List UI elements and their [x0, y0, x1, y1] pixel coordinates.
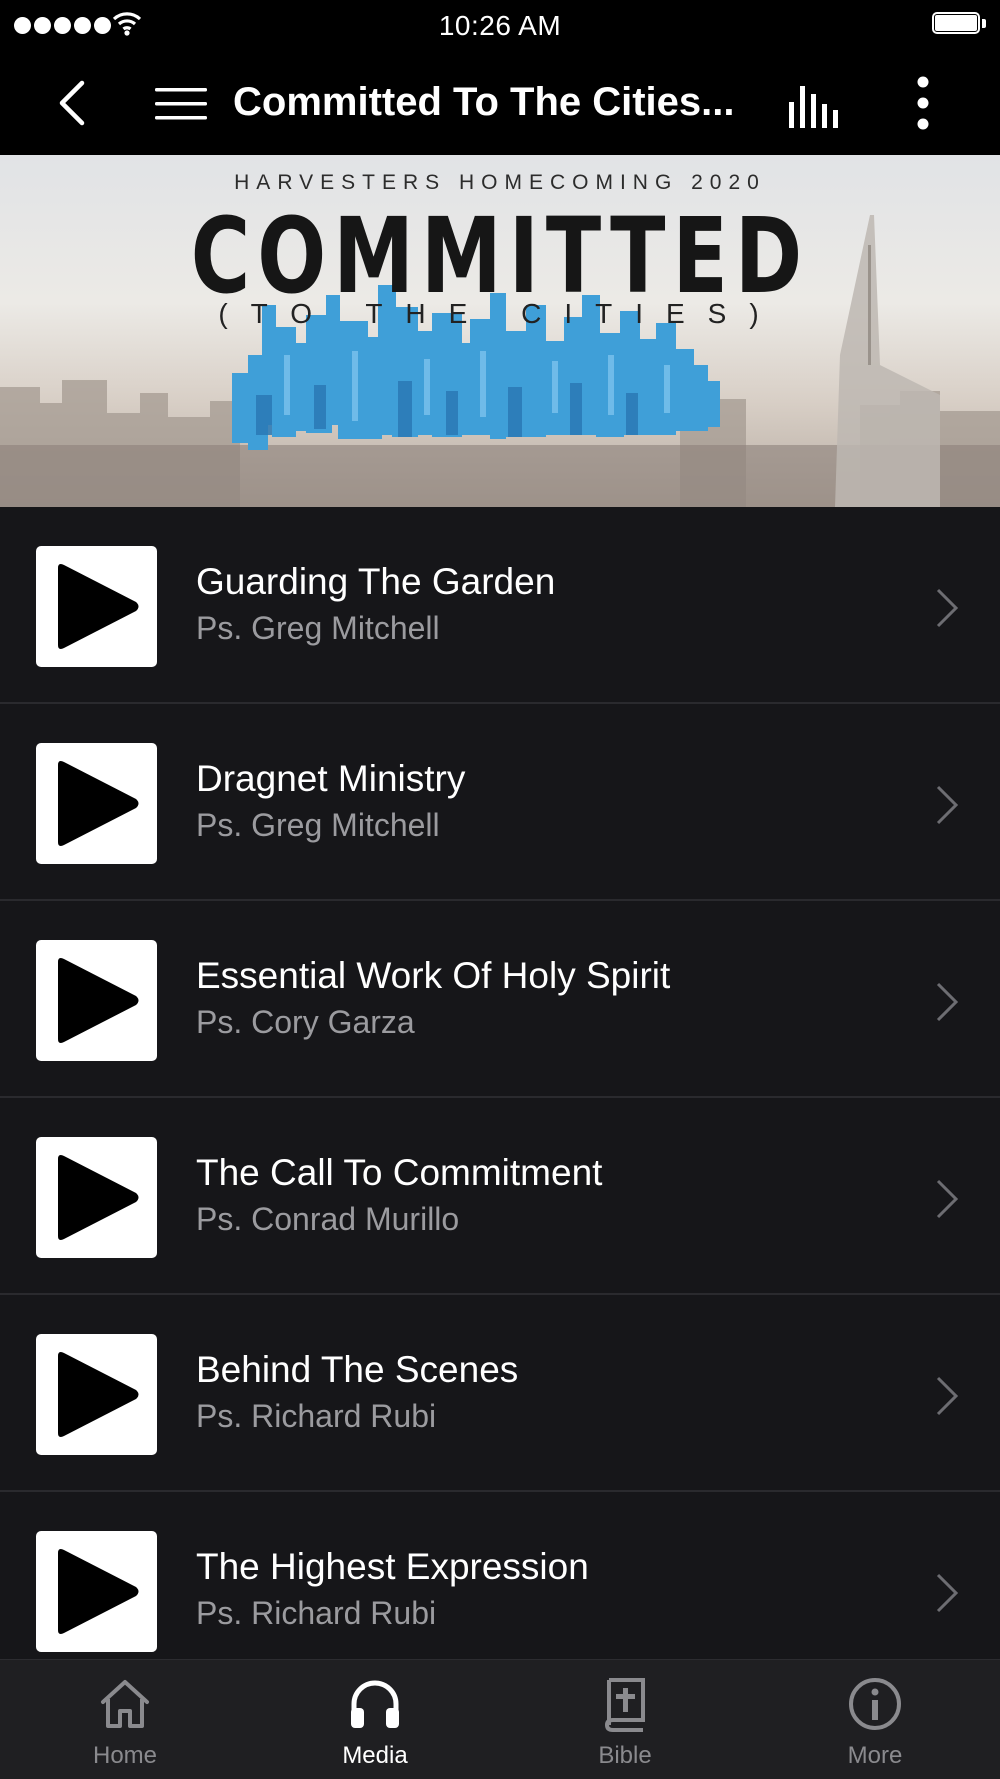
tab-bible[interactable]: Bible — [500, 1660, 750, 1779]
play-icon — [58, 761, 139, 846]
info-icon — [849, 1678, 901, 1730]
banner-subtitle: (TO THE CITIES) — [218, 298, 782, 329]
item-speaker: Ps. Richard Rubi — [196, 1595, 437, 1631]
list-item[interactable]: Guarding The Garden Ps. Greg Mitchell — [0, 507, 1000, 704]
play-icon — [58, 1155, 139, 1240]
item-speaker: Ps. Greg Mitchell — [196, 807, 440, 843]
navigation-bar: Committed To The Cities... — [0, 52, 1000, 155]
list-item[interactable]: Essential Work Of Holy Spirit Ps. Cory G… — [0, 901, 1000, 1098]
tab-label: More — [847, 1742, 903, 1769]
item-title: Behind The Scenes — [196, 1349, 519, 1390]
chevron-right-icon — [936, 1376, 959, 1416]
play-thumbnail[interactable] — [36, 1334, 157, 1455]
home-icon — [101, 1680, 149, 1728]
tab-more[interactable]: More — [750, 1660, 1000, 1779]
list-item[interactable]: The Call To Commitment Ps. Conrad Murill… — [0, 1098, 1000, 1295]
battery-icon — [932, 12, 986, 36]
vertical-ellipsis-icon[interactable] — [906, 74, 940, 134]
series-banner: HARVESTERS HOMECOMING 2020 COMMITTED (TO… — [0, 155, 1000, 507]
item-speaker: Ps. Richard Rubi — [196, 1398, 437, 1434]
chevron-right-icon — [936, 982, 959, 1022]
status-time: 10:26 AM — [438, 10, 562, 41]
play-thumbnail[interactable] — [36, 940, 157, 1061]
play-thumbnail[interactable] — [36, 1531, 157, 1652]
back-chevron-icon[interactable] — [50, 77, 100, 129]
item-title: Essential Work Of Holy Spirit — [196, 955, 671, 996]
play-thumbnail[interactable] — [36, 743, 157, 864]
chevron-right-icon — [936, 785, 959, 825]
media-list: Guarding The Garden Ps. Greg Mitchell Dr… — [0, 507, 1000, 1659]
tab-media[interactable]: Media — [250, 1660, 500, 1779]
page-title: Committed To The Cities... — [233, 80, 735, 124]
headphones-icon — [351, 1680, 399, 1728]
list-item[interactable]: The Highest Expression Ps. Richard Rubi — [0, 1492, 1000, 1659]
item-title: The Highest Expression — [196, 1546, 589, 1587]
item-title: The Call To Commitment — [196, 1152, 603, 1193]
tab-label: Home — [92, 1742, 158, 1769]
item-title: Guarding The Garden — [196, 561, 556, 602]
item-title: Dragnet Ministry — [196, 758, 466, 799]
status-bar: 10:26 AM — [0, 0, 1000, 52]
chevron-right-icon — [936, 1573, 959, 1613]
tab-bar: Home Media Bible More — [0, 1659, 1000, 1779]
tab-label: Media — [342, 1742, 408, 1769]
item-speaker: Ps. Greg Mitchell — [196, 610, 440, 646]
item-speaker: Ps. Cory Garza — [196, 1004, 415, 1040]
play-thumbnail[interactable] — [36, 546, 157, 667]
hamburger-menu-icon[interactable] — [152, 82, 210, 126]
play-icon — [58, 564, 139, 649]
chevron-right-icon — [936, 1179, 959, 1219]
chevron-right-icon — [936, 588, 959, 628]
tab-home[interactable]: Home — [0, 1660, 250, 1779]
banner-kicker: HARVESTERS HOMECOMING 2020 — [234, 171, 766, 194]
play-icon — [58, 1549, 139, 1634]
list-item[interactable]: Behind The Scenes Ps. Richard Rubi — [0, 1295, 1000, 1492]
item-speaker: Ps. Conrad Murillo — [196, 1201, 460, 1237]
tab-label: Bible — [598, 1742, 652, 1769]
audio-bars-icon[interactable] — [786, 82, 846, 128]
list-item[interactable]: Dragnet Ministry Ps. Greg Mitchell — [0, 704, 1000, 901]
play-icon — [58, 958, 139, 1043]
play-icon — [58, 1352, 139, 1437]
bible-icon — [604, 1678, 645, 1732]
play-thumbnail[interactable] — [36, 1137, 157, 1258]
